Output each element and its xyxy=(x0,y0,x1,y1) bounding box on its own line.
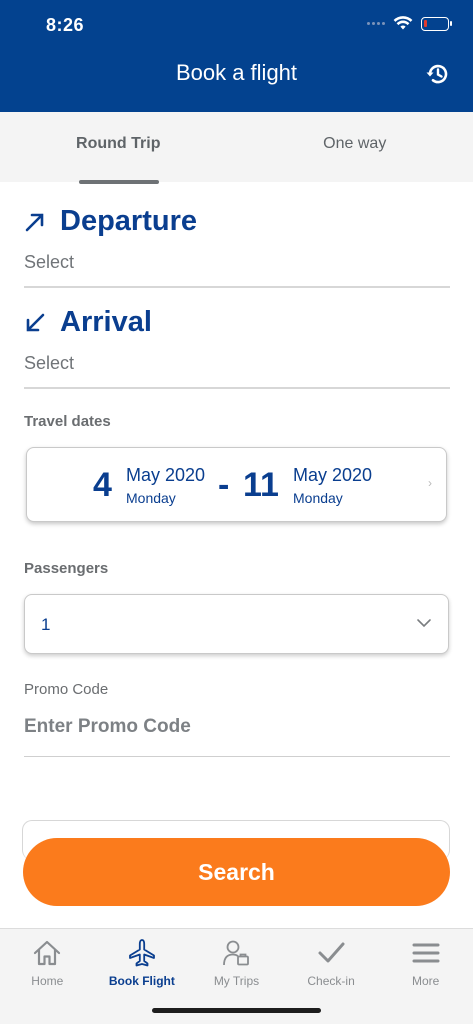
passengers-value: 1 xyxy=(41,615,51,634)
page-title: Book a flight xyxy=(175,60,298,85)
departure-value: Select xyxy=(24,252,75,272)
end-day: 11 xyxy=(243,466,279,504)
signal-icon xyxy=(367,22,385,25)
wifi-icon xyxy=(393,16,413,30)
promo-code-label: Promo Code xyxy=(24,681,109,698)
chevron-down-icon xyxy=(417,619,431,628)
nav-book-flight-label: Book Flight xyxy=(108,974,175,988)
nav-more-label: More xyxy=(412,974,440,988)
battery-icon xyxy=(421,16,452,31)
checkmark-icon xyxy=(318,942,345,963)
tab-round-trip[interactable]: Round Trip xyxy=(0,112,237,182)
home-indicator[interactable] xyxy=(152,1008,321,1013)
status-time: 8:26 xyxy=(46,15,85,35)
promo-code-input[interactable]: Enter Promo Code xyxy=(24,716,450,738)
arrival-title: Arrival xyxy=(60,306,152,338)
status-icons xyxy=(367,16,452,31)
passengers-label: Passengers xyxy=(24,560,109,577)
end-weekday: Monday xyxy=(293,490,343,506)
nav-home[interactable]: Home xyxy=(0,929,95,1024)
menu-icon xyxy=(412,943,440,963)
nav-my-trips-label: My Trips xyxy=(213,974,260,988)
nav-home-label: Home xyxy=(31,974,64,988)
trip-type-tabs: Round Trip One way xyxy=(0,112,473,182)
arrow-down-left-icon xyxy=(26,313,45,331)
departure-field[interactable]: Departure Select xyxy=(24,205,450,273)
divider xyxy=(24,286,450,288)
search-button[interactable]: Search xyxy=(23,838,450,906)
arrival-value: Select xyxy=(24,353,75,373)
tab-one-way[interactable]: One way xyxy=(237,112,473,182)
passengers-select[interactable]: 1 xyxy=(24,594,449,654)
trips-icon xyxy=(223,940,250,966)
travel-dates-label: Travel dates xyxy=(24,413,111,430)
start-month: May 2020 xyxy=(126,465,206,485)
airplane-icon xyxy=(128,939,155,967)
date-separator: - xyxy=(218,466,230,504)
history-icon[interactable] xyxy=(425,61,451,87)
chevron-right-icon: › xyxy=(428,476,432,490)
divider xyxy=(24,756,450,757)
nav-check-in-label: Check-in xyxy=(307,974,355,988)
nav-more[interactable]: More xyxy=(378,929,473,1024)
travel-dates-picker[interactable]: 4 May 2020 Monday - 11 May 2020 Monday › xyxy=(26,447,447,522)
arrow-up-right-icon xyxy=(25,213,44,231)
active-tab-indicator xyxy=(79,180,159,184)
departure-title: Departure xyxy=(60,205,197,237)
start-day: 4 xyxy=(93,466,112,504)
start-weekday: Monday xyxy=(126,490,176,506)
end-month: May 2020 xyxy=(293,465,373,485)
home-icon xyxy=(34,940,61,966)
app-header: 8:26 Book a flight xyxy=(0,0,473,112)
arrival-field[interactable]: Arrival Select xyxy=(24,306,450,374)
divider xyxy=(24,387,450,389)
